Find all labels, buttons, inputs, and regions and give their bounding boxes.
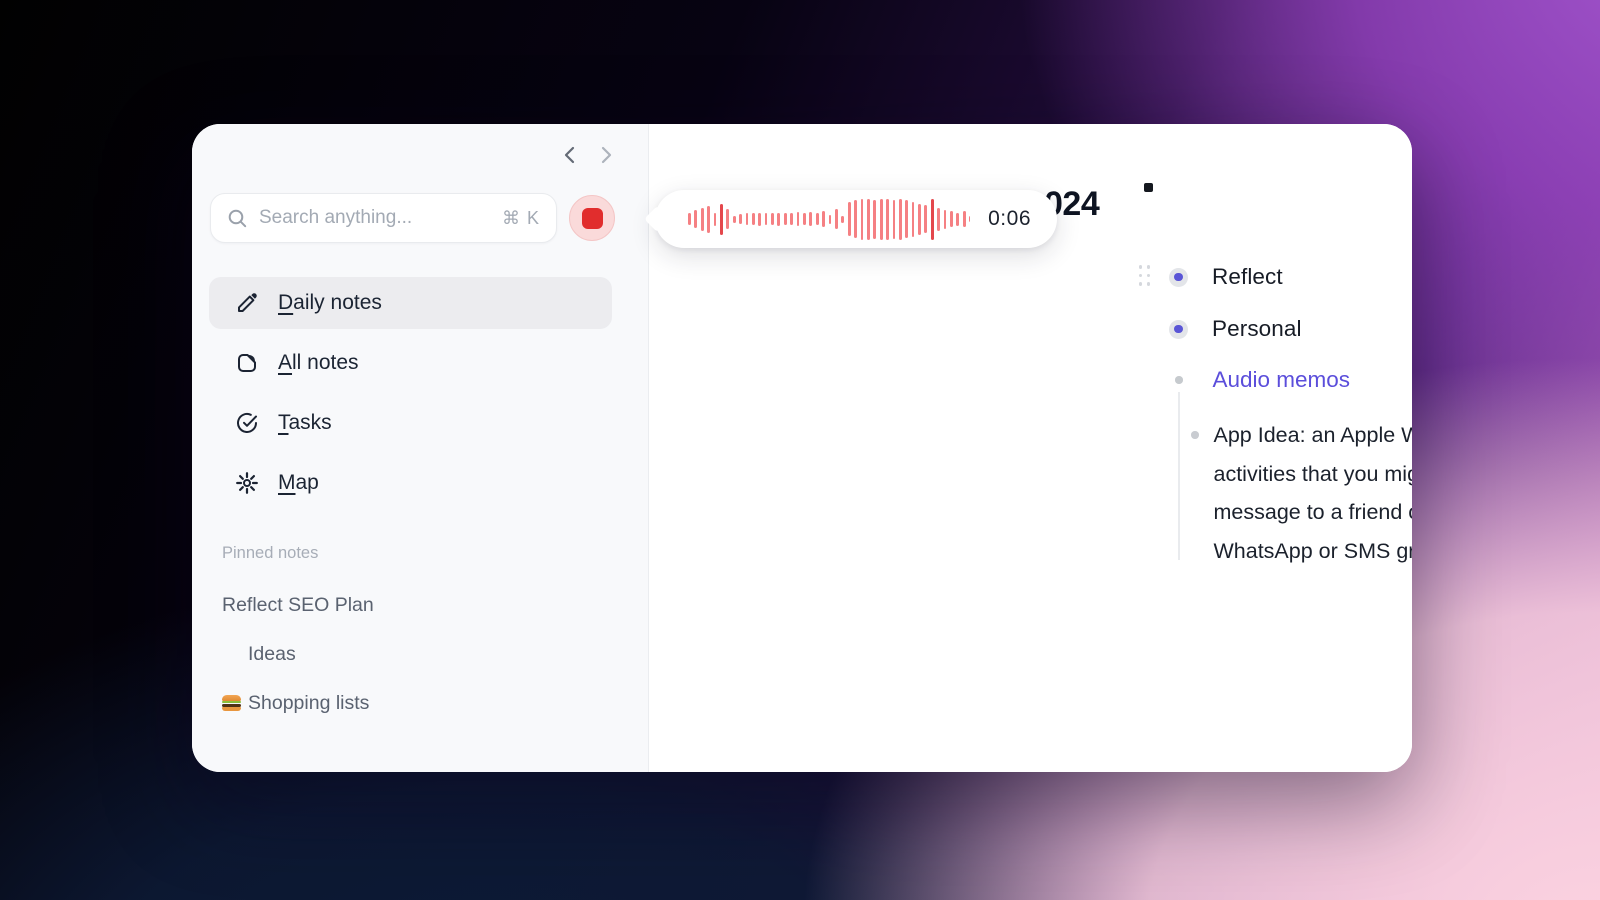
- note-editor: 024 0:06 Reflect Personal Audio memos Ap: [650, 124, 1412, 772]
- drag-handle-icon[interactable]: [1136, 263, 1153, 288]
- sidebar-item-tasks[interactable]: Tasks: [209, 397, 612, 449]
- pinned-item-reflect-seo-plan[interactable]: Reflect SEO Plan: [222, 590, 374, 620]
- sidebar-item-label: Tasks: [278, 411, 332, 435]
- outline-item-audio-memos: Audio memos: [1169, 367, 1350, 393]
- sidebar-item-daily-notes[interactable]: Daily notes: [209, 277, 612, 329]
- bullet-icon[interactable]: [1175, 376, 1183, 384]
- check-circle-icon: [234, 410, 260, 436]
- chevron-left-icon: [562, 145, 577, 165]
- recording-timer: 0:06: [988, 207, 1031, 231]
- sidebar-item-all-notes[interactable]: All notes: [209, 337, 612, 389]
- waveform: [688, 190, 970, 248]
- outline-item-personal: Personal: [1169, 316, 1302, 342]
- search-input[interactable]: [259, 207, 502, 229]
- collapsed-bullet[interactable]: [1169, 320, 1188, 339]
- memo-line: App Idea: an Apple Watch app similar to …: [1214, 416, 1413, 455]
- sidebar: ⌘ K Daily notes All notes: [192, 124, 649, 772]
- search-icon: [227, 208, 248, 229]
- chevron-right-icon: [599, 145, 614, 165]
- collapsed-bullet[interactable]: [1169, 268, 1188, 287]
- pinned-item-ideas[interactable]: Ideas: [222, 639, 296, 669]
- burger-icon: [222, 695, 248, 711]
- sidebar-item-label: All notes: [278, 351, 359, 375]
- app-window: ⌘ K Daily notes All notes: [192, 124, 1412, 772]
- map-burst-icon: [234, 470, 260, 496]
- sidebar-item-label: Map: [278, 471, 319, 495]
- note-title-peek: [1144, 183, 1153, 192]
- history-forward-button[interactable]: [595, 144, 617, 166]
- sidebar-nav: Daily notes All notes Tasks: [209, 277, 612, 517]
- memo-line: activities that you might do alone, wher…: [1214, 455, 1413, 494]
- recording-stop-button[interactable]: [569, 195, 615, 241]
- sidebar-item-map[interactable]: Map: [209, 457, 612, 509]
- outline-item-app-idea: App Idea: an Apple Watch app similar to …: [1191, 416, 1412, 571]
- bullet-icon[interactable]: [1191, 431, 1199, 439]
- audio-memos-link[interactable]: Audio memos: [1213, 367, 1351, 393]
- pinned-item-shopping-lists[interactable]: Shopping lists: [222, 688, 369, 718]
- memo-text[interactable]: App Idea: an Apple Watch app similar to …: [1214, 416, 1413, 571]
- search-box[interactable]: ⌘ K: [210, 193, 557, 243]
- sidebar-item-label: Daily notes: [278, 291, 382, 315]
- outline-item-reflect: Reflect: [1169, 264, 1283, 290]
- search-shortcut: ⌘ K: [502, 208, 540, 229]
- indent-guide-line: [1178, 392, 1180, 560]
- outline-label[interactable]: Personal: [1212, 316, 1302, 342]
- note-page-icon: [234, 350, 260, 376]
- stop-icon: [582, 208, 603, 229]
- history-back-button[interactable]: [558, 144, 580, 166]
- pinned-notes-header: Pinned notes: [222, 544, 318, 563]
- audio-recorder-popover: 0:06: [655, 190, 1057, 248]
- lightbulb-icon: [222, 645, 248, 664]
- outline-label[interactable]: Reflect: [1212, 264, 1283, 290]
- memo-line: WhatsApp or SMS group.: [1214, 532, 1413, 571]
- pencil-icon: [234, 290, 260, 316]
- memo-line: message to a friend or family chat to co…: [1214, 493, 1413, 532]
